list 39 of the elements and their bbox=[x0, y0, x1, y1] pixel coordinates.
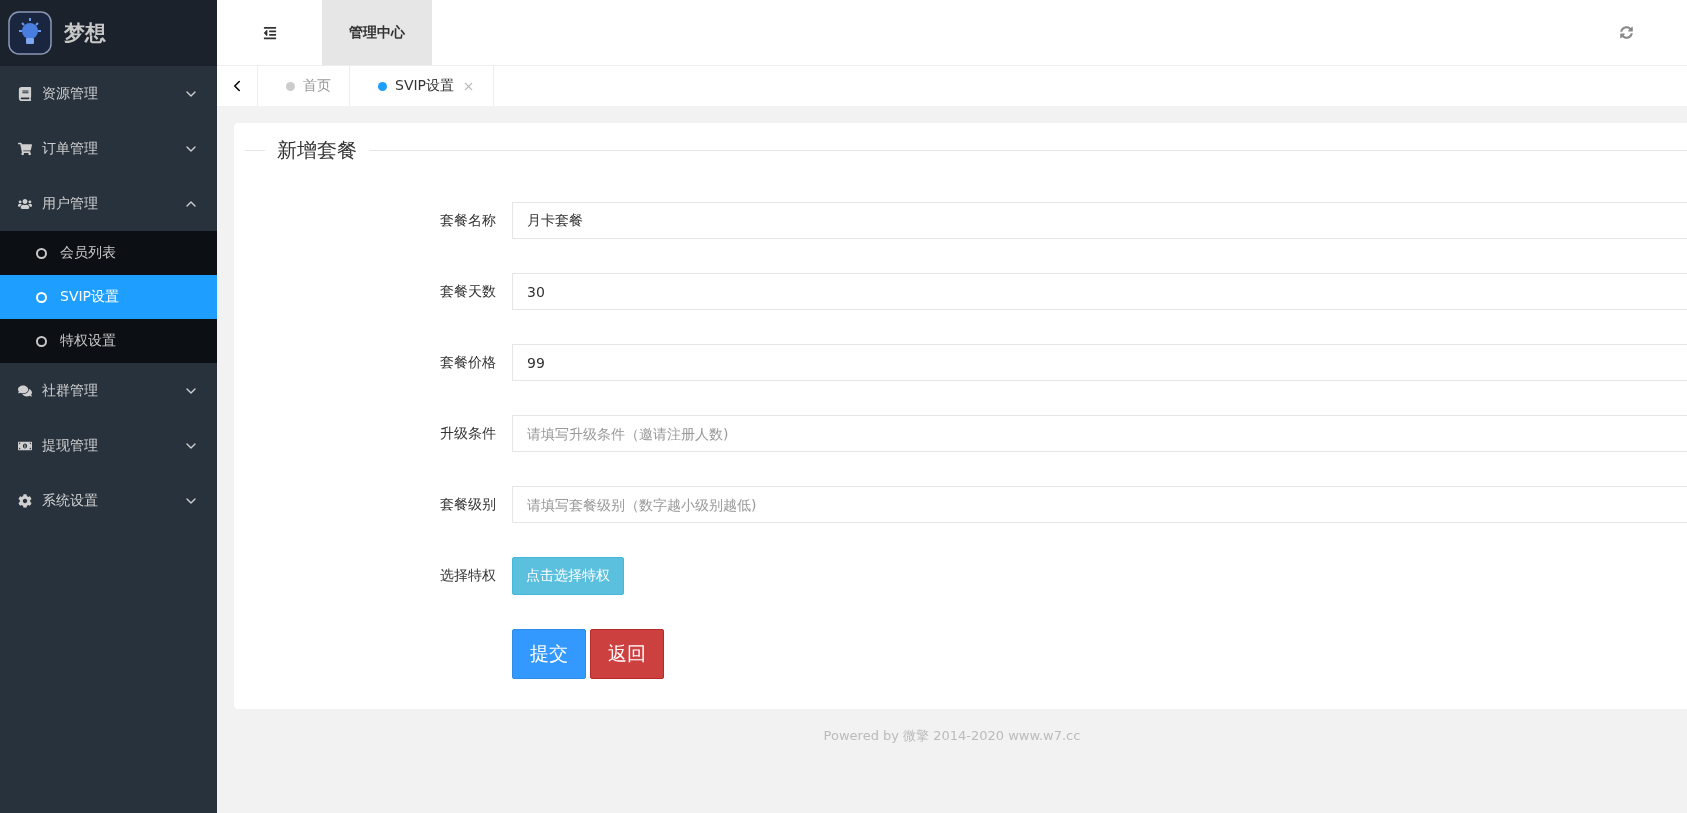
settings-icon bbox=[18, 493, 32, 508]
page-tab[interactable]: SVIP设置 bbox=[350, 66, 495, 106]
circle-icon bbox=[36, 335, 47, 347]
menu-item[interactable]: 订单管理 bbox=[0, 121, 217, 176]
field-label: 升级条件 bbox=[439, 424, 497, 443]
field-label: 套餐天数 bbox=[439, 282, 497, 301]
circle-icon bbox=[36, 291, 47, 303]
menu-item[interactable]: 资源管理 bbox=[0, 66, 217, 121]
text-input[interactable]: 月卡套餐 bbox=[512, 202, 1687, 239]
circle-icon bbox=[36, 247, 47, 259]
field-label: 套餐级别 bbox=[439, 495, 497, 514]
tab-label: SVIP设置 bbox=[395, 77, 455, 95]
submenu-item[interactable]: 特权设置 bbox=[0, 319, 217, 363]
users-icon bbox=[18, 196, 32, 211]
menu-icon bbox=[262, 25, 277, 40]
brand-name: 梦想 bbox=[64, 20, 106, 47]
text-input[interactable]: 30 bbox=[512, 273, 1687, 310]
tab-label: 首页 bbox=[303, 77, 331, 95]
menu-item[interactable]: 社群管理 bbox=[0, 363, 217, 418]
chat-icon bbox=[18, 383, 32, 398]
back-button[interactable]: 返回 bbox=[590, 629, 664, 679]
menu-item[interactable]: 用户管理 bbox=[0, 176, 217, 231]
field-label: 选择特权 bbox=[439, 567, 497, 585]
tab-dot bbox=[286, 81, 295, 91]
header-tab[interactable]: 管理中心 bbox=[322, 0, 432, 65]
text-input[interactable]: 99 bbox=[512, 344, 1687, 381]
book-icon bbox=[18, 86, 32, 101]
menu-item[interactable]: 系统设置 bbox=[0, 473, 217, 528]
cart-icon bbox=[18, 141, 32, 156]
field-label: 套餐名称 bbox=[439, 211, 497, 230]
lightbulb-logo-icon bbox=[8, 11, 52, 55]
refresh-icon bbox=[1620, 26, 1633, 39]
submenu-item[interactable]: 会员列表 bbox=[0, 231, 217, 275]
tab-dot bbox=[378, 81, 387, 91]
form-legend: 新增套餐 bbox=[277, 137, 357, 164]
text-input[interactable]: 请填写升级条件（邀请注册人数) bbox=[512, 415, 1687, 452]
field-label: 套餐价格 bbox=[439, 353, 497, 372]
menu-item[interactable]: 提现管理 bbox=[0, 418, 217, 473]
text-input[interactable]: 请填写套餐级别（数字越小级别越低) bbox=[512, 486, 1687, 523]
